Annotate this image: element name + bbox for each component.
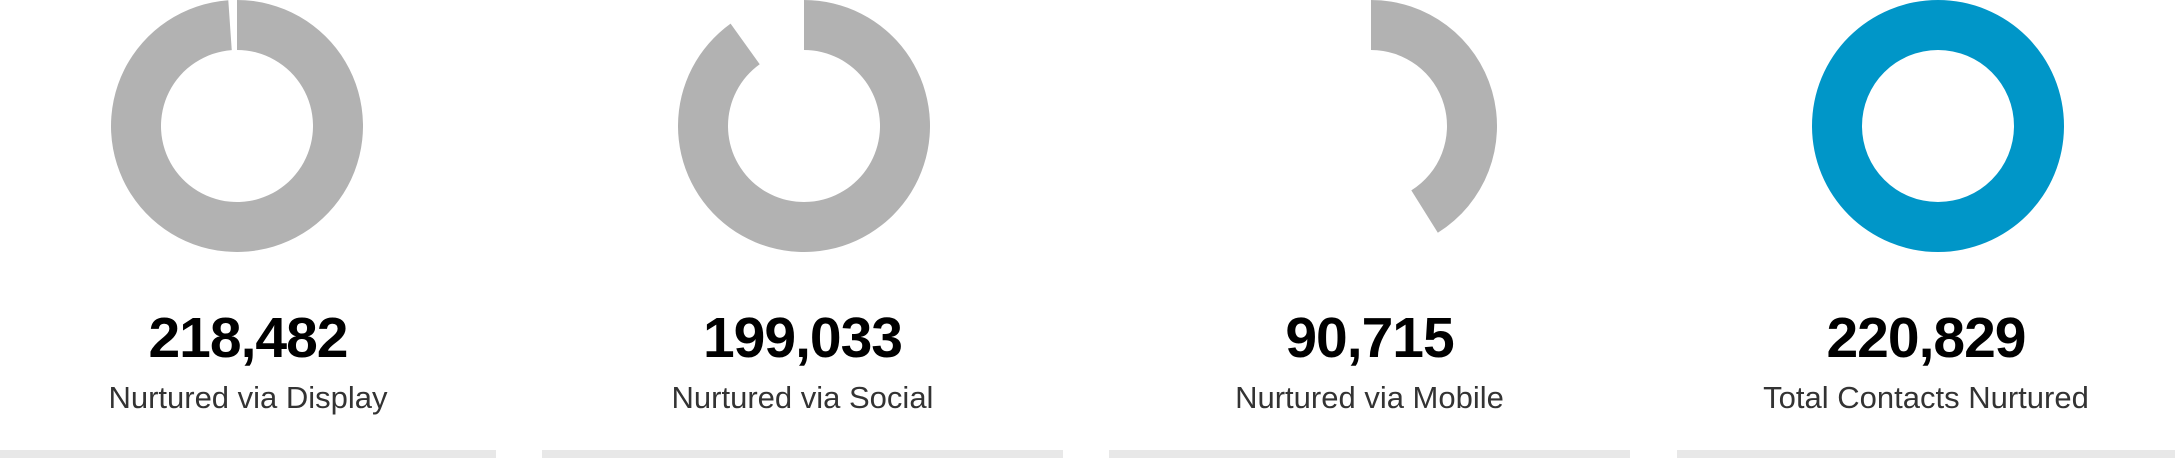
stat-label-total: Total Contacts Nurtured [1763, 380, 2089, 415]
stat-value-mobile: 90,715 [1285, 306, 1454, 370]
donut-arc-mobile [1371, 0, 1497, 233]
card-footer-bar [0, 450, 496, 458]
stat-card-display: 218,482 Nurtured via Display [0, 0, 496, 458]
card-footer-bar [542, 450, 1063, 458]
donut-arc-total [1812, 0, 2064, 252]
stat-card-total: 220,829 Total Contacts Nurtured [1677, 0, 2175, 458]
donut-chart-mobile [1371, 0, 1497, 233]
donut-chart-display [111, 0, 363, 252]
donut-arc-display [111, 0, 363, 252]
stat-card-mobile: 90,715 Nurtured via Mobile [1109, 0, 1630, 458]
card-footer-bar [1677, 450, 2175, 458]
donut-chart-total [1812, 0, 2064, 252]
stat-label-mobile: Nurtured via Mobile [1235, 380, 1504, 415]
card-footer-bar [1109, 450, 1630, 458]
stat-label-display: Nurtured via Display [108, 380, 388, 415]
stat-value-social: 199,033 [702, 306, 903, 370]
stat-value-display: 218,482 [148, 306, 348, 370]
stat-value-total: 220,829 [1826, 306, 2026, 370]
stats-row: 218,482 Nurtured via Display 199,033 Nur… [0, 0, 2175, 458]
stat-label-social: Nurtured via Social [671, 380, 934, 415]
donut-chart-social [678, 0, 930, 252]
donut-arc-social [678, 0, 930, 252]
stat-card-social: 199,033 Nurtured via Social [542, 0, 1063, 458]
